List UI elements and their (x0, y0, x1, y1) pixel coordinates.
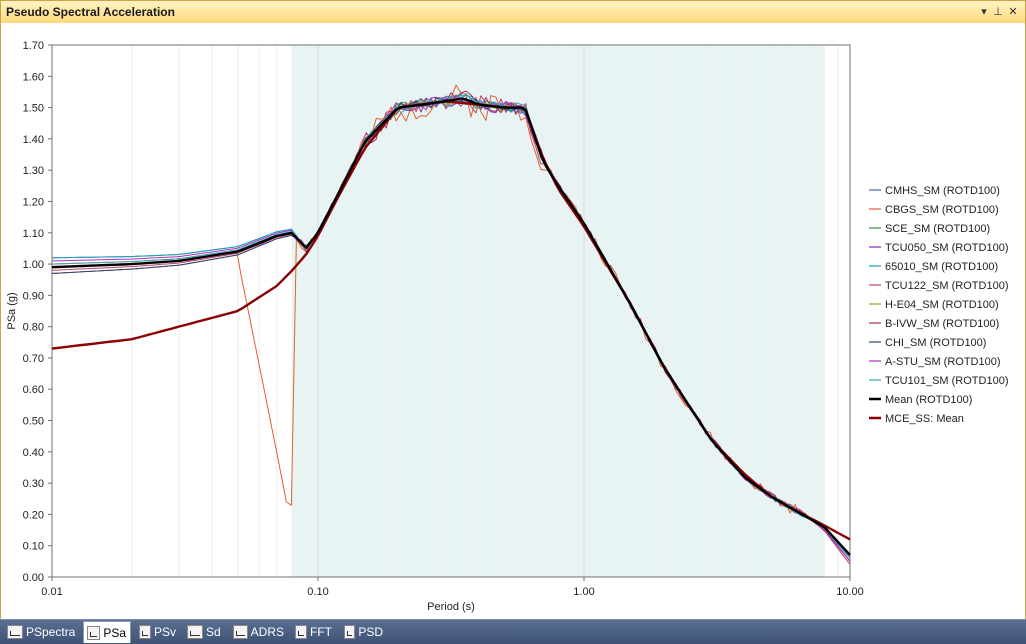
legend-entry: A-STU_SM (ROTD100) (885, 356, 1001, 368)
tab-sd[interactable]: Sd (184, 622, 226, 642)
sd-icon (187, 625, 203, 639)
tab-pspectra[interactable]: PSpectra (4, 622, 80, 642)
legend-entry: CHI_SM (ROTD100) (885, 337, 986, 349)
window-title: Pseudo Spectral Acceleration (6, 5, 175, 19)
tab-psa[interactable]: PSa (83, 621, 131, 643)
legend-entry: TCU050_SM (ROTD100) (885, 242, 1008, 254)
tab-label: Sd (206, 625, 221, 639)
x-tick-label: 0.01 (41, 586, 62, 598)
legend-entry: CMHS_SM (ROTD100) (885, 185, 1000, 197)
y-tick-label: 0.30 (23, 478, 44, 490)
y-tick-label: 0.60 (23, 384, 44, 396)
fft-icon (295, 625, 307, 639)
y-tick-label: 1.60 (23, 71, 44, 83)
tab-fft[interactable]: FFT (292, 622, 336, 642)
tab-label: PSa (103, 625, 126, 640)
spectra-icon (7, 625, 23, 639)
y-tick-label: 1.70 (23, 40, 44, 52)
y-tick-label: 0.50 (23, 416, 44, 428)
legend-entry: 65010_SM (ROTD100) (885, 261, 998, 273)
legend-entry: TCU122_SM (ROTD100) (885, 280, 1008, 292)
close-icon[interactable]: ✕ (1006, 4, 1020, 20)
tab-label: PSpectra (26, 625, 76, 639)
legend-entry: MCE_SS: Mean (885, 413, 964, 425)
y-tick-label: 0.00 (23, 572, 44, 584)
psv-icon (139, 625, 151, 639)
legend-entry: SCE_SM (ROTD100) (885, 223, 990, 235)
y-tick-label: 0.10 (23, 541, 44, 553)
legend-entry: TCU101_SM (ROTD100) (885, 375, 1008, 387)
adrs-icon (233, 625, 248, 639)
legend-entry: H-E04_SM (ROTD100) (885, 299, 999, 311)
y-tick-label: 1.30 (23, 165, 44, 177)
bottom-tab-bar: PSpectra PSa PSv Sd ADRS FFT PSD (0, 619, 1026, 644)
window-title-bar: Pseudo Spectral Acceleration ▾ ⊥ ✕ (0, 0, 1026, 24)
x-axis-label: Period (s) (427, 601, 475, 613)
psd-icon (344, 625, 356, 639)
pin-icon[interactable]: ⊥ (991, 4, 1005, 20)
y-tick-label: 1.00 (23, 259, 44, 271)
y-tick-label: 1.40 (23, 134, 44, 146)
tab-label: FFT (310, 625, 332, 639)
y-axis-label: PSa (g) (6, 292, 18, 329)
y-tick-label: 0.90 (23, 290, 44, 302)
tab-label: PSv (153, 625, 176, 639)
y-tick-label: 1.10 (23, 228, 44, 240)
dropdown-arrow-icon[interactable]: ▾ (977, 4, 991, 20)
psa-icon (87, 625, 101, 640)
psa-chart: 0.00 0.10 0.20 0.30 0.40 0.50 0.60 0.70 0.80 0.90… (6, 40, 1008, 613)
tab-label: PSD (358, 625, 383, 639)
tab-label: ADRS (250, 625, 284, 639)
y-tick-label: 0.40 (23, 447, 44, 459)
tab-adrs[interactable]: ADRS (230, 622, 288, 642)
chart-panel: 0.00 0.10 0.20 0.30 0.40 0.50 0.60 0.70 0.80 0.90… (0, 23, 1026, 619)
legend-entry: B-IVW_SM (ROTD100) (885, 318, 999, 330)
legend-entry: CBGS_SM (ROTD100) (885, 204, 999, 216)
y-tick-label: 1.50 (23, 103, 44, 115)
tab-psv[interactable]: PSv (136, 622, 180, 642)
legend-entry: Mean (ROTD100) (885, 394, 972, 406)
x-tick-label: 1.00 (573, 586, 594, 598)
x-tick-label: 10.00 (836, 586, 864, 598)
y-tick-label: 1.20 (23, 196, 44, 208)
y-tick-label: 0.80 (23, 322, 44, 334)
tab-psd[interactable]: PSD (341, 622, 387, 642)
y-tick-label: 0.70 (23, 353, 44, 365)
y-tick-label: 0.20 (23, 509, 44, 521)
x-tick-label: 0.10 (307, 586, 328, 598)
